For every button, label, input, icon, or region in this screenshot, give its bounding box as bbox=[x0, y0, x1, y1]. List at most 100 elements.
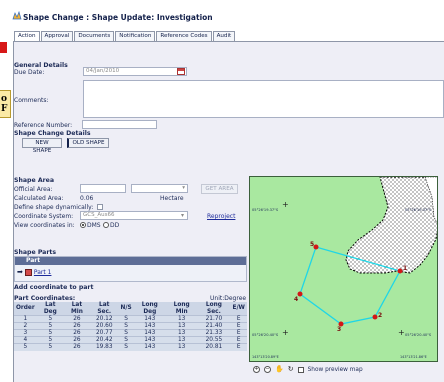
coordinate-system-select[interactable]: GCS_Aus66 bbox=[80, 211, 188, 220]
dms-label: DMS bbox=[87, 222, 101, 229]
app-logo-icon bbox=[12, 10, 22, 21]
refresh-icon[interactable]: ↻ bbox=[288, 366, 294, 373]
coord-chevron-down-icon: ▾ bbox=[181, 212, 185, 219]
vertex-marker[interactable] bbox=[372, 314, 378, 320]
cell: 19.83 bbox=[90, 343, 119, 351]
shape-area-heading: Shape Area bbox=[14, 177, 55, 184]
table-row[interactable]: 2 5 26 20.60 S 143 13 21.40 E bbox=[14, 322, 247, 330]
old-shape-button[interactable]: OLD SHAPE bbox=[67, 138, 109, 148]
cell: 13 bbox=[165, 322, 198, 330]
vertex-marker[interactable] bbox=[397, 268, 403, 274]
reference-number-input[interactable] bbox=[82, 120, 157, 129]
cell: 20.77 bbox=[90, 329, 119, 337]
vertex-label: 2 bbox=[378, 312, 383, 319]
shape-part-row[interactable]: ➡ Part 1 bbox=[15, 267, 246, 277]
map-view[interactable]: + + + 1 2 3 4 5 05°26'19.37"S 05°26'19.3… bbox=[249, 176, 438, 362]
cell: 143 bbox=[133, 315, 166, 323]
reference-number-label: Reference Number: bbox=[14, 122, 73, 129]
general-details-heading: General Details bbox=[14, 62, 68, 69]
add-coordinate-link[interactable]: Add coordinate to part bbox=[14, 284, 93, 291]
cell: E bbox=[230, 343, 247, 351]
cell: 26 bbox=[63, 343, 90, 351]
dms-radio[interactable] bbox=[80, 222, 86, 228]
vertex-label: 1 bbox=[403, 265, 408, 272]
map-lon-label: 143°13'20.89"E bbox=[252, 355, 279, 359]
cell: E bbox=[230, 336, 247, 344]
due-date-label: Due Date: bbox=[14, 69, 45, 76]
reproject-link[interactable]: Reproject bbox=[207, 213, 235, 220]
map-lat-label: 05°26'19.37"S bbox=[405, 208, 432, 212]
cell: S bbox=[118, 322, 134, 330]
get-area-button[interactable]: GET AREA bbox=[201, 184, 238, 194]
coordinate-system-label: Coordinate System: bbox=[14, 213, 74, 220]
cell: 5 bbox=[36, 329, 64, 337]
grid-crosshair: + bbox=[282, 200, 289, 209]
shape-change-heading: Shape Change Details bbox=[14, 130, 91, 137]
calendar-icon[interactable] bbox=[177, 68, 185, 75]
cell: 20.42 bbox=[90, 336, 119, 344]
view-coordinates-label: View coordinates in: bbox=[14, 222, 75, 229]
table-row[interactable]: 4 5 26 20.42 S 143 13 20.55 E bbox=[14, 336, 247, 344]
cell: S bbox=[118, 343, 134, 351]
due-date-input[interactable]: 04/Jan/2010 bbox=[83, 67, 187, 76]
vertex-label: 5 bbox=[310, 241, 315, 248]
cell: 4 bbox=[14, 336, 37, 344]
chevron-down-icon: ▾ bbox=[182, 185, 185, 191]
cell: E bbox=[230, 322, 247, 330]
cell: S bbox=[118, 336, 134, 344]
cell: 20.81 bbox=[197, 343, 231, 351]
area-unit-select[interactable]: ▾ bbox=[131, 184, 188, 193]
pan-hand-icon[interactable]: ✋ bbox=[275, 366, 284, 373]
side-sticky-note: o F bbox=[0, 90, 11, 118]
cell: 13 bbox=[165, 329, 198, 337]
cell: 5 bbox=[36, 322, 64, 330]
table-row[interactable]: 1 5 26 20.12 S 143 13 21.70 E bbox=[14, 315, 247, 323]
cell: S bbox=[118, 329, 134, 337]
cell: 1 bbox=[14, 315, 37, 323]
cell: 21.40 bbox=[197, 322, 231, 330]
cell: 21.33 bbox=[197, 329, 231, 337]
dd-radio[interactable] bbox=[103, 222, 109, 228]
parcel-polygon bbox=[345, 177, 437, 274]
calculated-area-label: Calculated Area: bbox=[14, 195, 64, 202]
comments-textarea[interactable] bbox=[83, 80, 444, 118]
map-lat-label: 05°26'20.40"S bbox=[252, 333, 279, 337]
grid-crosshair: + bbox=[282, 328, 289, 337]
cell: 13 bbox=[165, 336, 198, 344]
cell: 143 bbox=[133, 343, 166, 351]
cell: 5 bbox=[36, 315, 64, 323]
vertex-marker[interactable] bbox=[313, 244, 319, 250]
cell: 26 bbox=[63, 315, 90, 323]
cell: 26 bbox=[63, 329, 90, 337]
side-marker bbox=[0, 42, 7, 53]
part-coordinates-table: Order Lat Deg Lat Min Lat Sec. N/S Long … bbox=[14, 302, 247, 351]
col-order: Order bbox=[14, 302, 37, 316]
cell: E bbox=[230, 329, 247, 337]
dd-label: DD bbox=[110, 222, 120, 229]
unit-label: Unit:Degree bbox=[210, 295, 247, 302]
table-row[interactable]: 3 5 26 20.77 S 143 13 21.33 E bbox=[14, 329, 247, 337]
cell: 13 bbox=[165, 343, 198, 351]
part-1-link[interactable]: Part 1 bbox=[34, 269, 52, 276]
zoom-in-icon[interactable]: + bbox=[253, 366, 260, 373]
cell: 20.55 bbox=[197, 336, 231, 344]
define-dynamic-label: Define shape dynamically: bbox=[14, 204, 94, 211]
shape-parts-grid: Part ➡ Part 1 bbox=[14, 256, 247, 282]
cell: 143 bbox=[133, 336, 166, 344]
define-dynamic-checkbox[interactable] bbox=[97, 204, 103, 210]
col-lat-deg: Lat Deg bbox=[36, 302, 64, 316]
new-shape-button[interactable]: NEW SHAPE bbox=[22, 138, 62, 154]
official-area-input[interactable] bbox=[80, 184, 126, 193]
show-preview-label: Show preview map bbox=[307, 366, 363, 373]
part-coordinates-heading: Part Coordinates: bbox=[14, 295, 76, 302]
comments-label: Comments: bbox=[14, 97, 49, 104]
vertex-marker[interactable] bbox=[297, 291, 303, 297]
show-preview-checkbox[interactable] bbox=[297, 366, 304, 373]
col-long-sec: Long Sec. bbox=[197, 302, 231, 316]
shape-parts-column-header: Part bbox=[15, 257, 246, 265]
zoom-out-icon[interactable]: − bbox=[264, 366, 271, 373]
cell: 13 bbox=[165, 315, 198, 323]
col-lat-min: Lat Min bbox=[63, 302, 90, 316]
table-row[interactable]: 5 5 26 19.83 S 143 13 20.81 E bbox=[14, 343, 247, 351]
col-ew: E/W bbox=[230, 302, 247, 316]
